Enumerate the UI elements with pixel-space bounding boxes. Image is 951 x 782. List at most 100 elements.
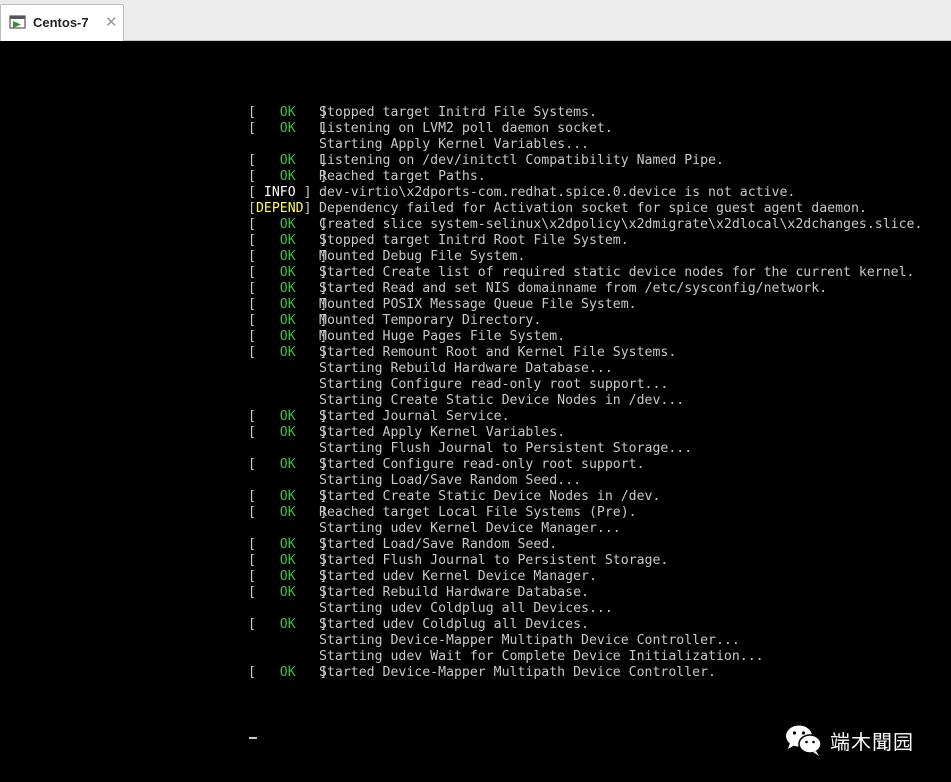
status-badge: [ OK ] bbox=[248, 281, 328, 296]
status-badge: [ OK ] bbox=[248, 313, 328, 328]
log-line: [ OK ]Stopped target Initrd File Systems… bbox=[248, 105, 922, 121]
log-message: Started Rebuild Hardware Database. bbox=[319, 585, 589, 600]
status-label: OK bbox=[263, 489, 312, 504]
log-message: Started udev Coldplug all Devices. bbox=[319, 617, 589, 632]
status-label: OK bbox=[263, 233, 312, 248]
watermark-text: 端木聞园 bbox=[830, 731, 914, 754]
status-label: INFO bbox=[263, 185, 296, 200]
status-badge: [ OK ] bbox=[248, 489, 328, 504]
status-badge: [ OK ] bbox=[248, 249, 328, 264]
tab-title: Centos-7 bbox=[33, 15, 89, 30]
log-message: Started Journal Service. bbox=[319, 409, 510, 424]
status-badge: [ OK ] bbox=[248, 153, 328, 168]
log-line: Starting udev Kernel Device Manager... bbox=[248, 521, 922, 537]
status-label: OK bbox=[263, 153, 312, 168]
log-line: [ OK ]Started Create Static Device Nodes… bbox=[248, 489, 922, 505]
log-message: Starting Flush Journal to Persistent Sto… bbox=[319, 441, 693, 456]
status-label: OK bbox=[263, 569, 312, 584]
log-message: Started udev Kernel Device Manager. bbox=[319, 569, 597, 584]
log-message: Starting udev Wait for Complete Device I… bbox=[319, 649, 764, 664]
log-message: Dependency failed for Activation socket … bbox=[319, 201, 867, 216]
log-message: Stopped target Initrd Root File System. bbox=[319, 233, 629, 248]
log-line: Starting Configure read-only root suppor… bbox=[248, 377, 922, 393]
status-label: OK bbox=[263, 665, 312, 680]
status-badge: [ OK ] bbox=[248, 553, 328, 568]
log-line: [ OK ]Started Remount Root and Kernel Fi… bbox=[248, 345, 922, 361]
status-badge: [ OK ] bbox=[248, 505, 328, 520]
log-line: Starting Create Static Device Nodes in /… bbox=[248, 393, 922, 409]
log-line: [ OK ]Listening on /dev/initctl Compatib… bbox=[248, 153, 922, 169]
log-line: [ OK ]Mounted POSIX Message Queue File S… bbox=[248, 297, 922, 313]
log-line: Starting udev Coldplug all Devices... bbox=[248, 601, 922, 617]
log-message: Listening on LVM2 poll daemon socket. bbox=[319, 121, 613, 136]
log-line: Starting udev Wait for Complete Device I… bbox=[248, 649, 922, 665]
status-badge: [ OK ] bbox=[248, 265, 328, 280]
log-line: [ OK ]Started Device-Mapper Multipath De… bbox=[248, 665, 922, 681]
log-line: [ INFO ] dev-virtio\x2dports-com.redhat.s… bbox=[248, 185, 922, 201]
status-label: OK bbox=[263, 425, 312, 440]
log-line: Starting Apply Kernel Variables... bbox=[248, 137, 922, 153]
status-badge: [ OK ] bbox=[248, 169, 328, 184]
log-line: [ OK ]Mounted Debug File System. bbox=[248, 249, 922, 265]
log-line: [ OK ]Mounted Huge Pages File System. bbox=[248, 329, 922, 345]
text-cursor bbox=[249, 737, 257, 739]
status-badge: [ OK ] bbox=[248, 105, 328, 120]
log-message: Mounted POSIX Message Queue File System. bbox=[319, 297, 637, 312]
status-label: OK bbox=[263, 121, 312, 136]
log-message: Started Device-Mapper Multipath Device C… bbox=[319, 665, 716, 680]
log-line: Starting Flush Journal to Persistent Sto… bbox=[248, 441, 922, 457]
status-badge: [DEPEND] bbox=[248, 201, 312, 216]
tab-centos-7[interactable]: Centos-7 ✕ bbox=[0, 4, 124, 41]
log-message: Listening on /dev/initctl Compatibility … bbox=[319, 153, 724, 168]
watermark: 端木聞园 bbox=[784, 722, 914, 758]
status-label: OK bbox=[263, 585, 312, 600]
log-line: Starting Rebuild Hardware Database... bbox=[248, 361, 922, 377]
log-line: [ OK ]Reached target Local File Systems … bbox=[248, 505, 922, 521]
log-message: Started Remount Root and Kernel File Sys… bbox=[319, 345, 677, 360]
log-line: [ OK ]Reached target Paths. bbox=[248, 169, 922, 185]
status-label: OK bbox=[263, 537, 312, 552]
log-line: [ OK ]Mounted Temporary Directory. bbox=[248, 313, 922, 329]
log-line: [ OK ]Started udev Coldplug all Devices. bbox=[248, 617, 922, 633]
log-line: [ OK ]Started udev Kernel Device Manager… bbox=[248, 569, 922, 585]
status-badge: [ INFO ] bbox=[248, 185, 312, 200]
vm-console-icon bbox=[9, 15, 26, 29]
log-line: [ OK ]Created slice system-selinux\x2dpo… bbox=[248, 217, 922, 233]
status-label: OK bbox=[263, 281, 312, 296]
status-badge: [ OK ] bbox=[248, 569, 328, 584]
log-line: [ OK ]Started Journal Service. bbox=[248, 409, 922, 425]
status-badge: [ OK ] bbox=[248, 297, 328, 312]
status-badge: [ OK ] bbox=[248, 345, 328, 360]
log-line: [ OK ]Started Flush Journal to Persisten… bbox=[248, 553, 922, 569]
status-label: OK bbox=[263, 105, 312, 120]
status-badge: [ OK ] bbox=[248, 217, 328, 232]
status-badge: [ OK ] bbox=[248, 233, 328, 248]
status-label: OK bbox=[263, 553, 312, 568]
log-message: Started Create list of required static d… bbox=[319, 265, 915, 280]
log-message: Starting udev Coldplug all Devices... bbox=[319, 601, 613, 616]
status-label: OK bbox=[263, 217, 312, 232]
log-message: Started Load/Save Random Seed. bbox=[319, 537, 558, 552]
status-label: DEPEND bbox=[255, 201, 304, 216]
log-line: [ OK ]Started Load/Save Random Seed. bbox=[248, 537, 922, 553]
log-message: Starting Create Static Device Nodes in /… bbox=[319, 393, 685, 408]
log-message: dev-virtio\x2dports-com.redhat.spice.0.d… bbox=[319, 185, 796, 200]
status-badge: [ OK ] bbox=[248, 665, 328, 680]
log-line: [ OK ]Started Configure read-only root s… bbox=[248, 457, 922, 473]
log-message: Reached target Local File Systems (Pre). bbox=[319, 505, 637, 520]
close-icon[interactable]: ✕ bbox=[105, 13, 118, 31]
status-label: OK bbox=[263, 265, 312, 280]
log-message: Mounted Huge Pages File System. bbox=[319, 329, 566, 344]
log-line: [ OK ]Started Rebuild Hardware Database. bbox=[248, 585, 922, 601]
status-badge: [ OK ] bbox=[248, 537, 328, 552]
status-badge: [ OK ] bbox=[248, 425, 328, 440]
log-line: Starting Device-Mapper Multipath Device … bbox=[248, 633, 922, 649]
log-line: [ OK ]Started Apply Kernel Variables. bbox=[248, 425, 922, 441]
log-message: Stopped target Initrd File Systems. bbox=[319, 105, 597, 120]
status-badge: [ OK ] bbox=[248, 457, 328, 472]
log-message: Starting Configure read-only root suppor… bbox=[319, 377, 669, 392]
status-badge: [ OK ] bbox=[248, 409, 328, 424]
wechat-icon bbox=[786, 725, 822, 756]
status-badge: [ OK ] bbox=[248, 121, 328, 136]
log-line: [ OK ]Stopped target Initrd Root File Sy… bbox=[248, 233, 922, 249]
